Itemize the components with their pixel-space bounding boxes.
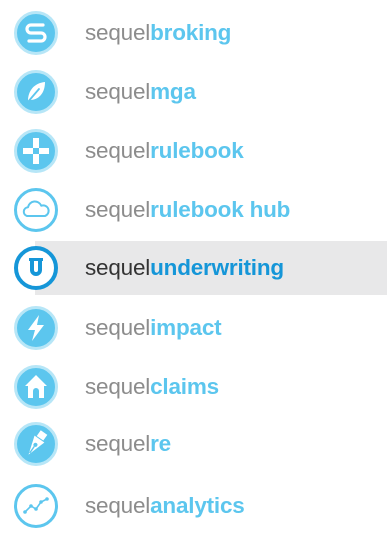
menu-item-label: sequelmga xyxy=(85,79,196,104)
line-chart-icon xyxy=(14,484,58,528)
cloud-icon xyxy=(14,188,58,232)
menu-item-analytics[interactable]: sequelanalytics xyxy=(0,477,387,535)
menu-item-label: sequelunderwriting xyxy=(85,255,284,280)
house-icon xyxy=(14,365,58,409)
product-menu: sequelbroking sequelmga sequelrulebook s… xyxy=(0,0,387,544)
menu-item-claims[interactable]: sequelclaims xyxy=(0,358,387,416)
menu-item-rulebook-hub[interactable]: sequelrulebook hub xyxy=(0,181,387,239)
menu-item-label: sequelre xyxy=(85,431,171,456)
menu-item-re[interactable]: sequelre xyxy=(0,415,387,473)
menu-item-rulebook[interactable]: sequelrulebook xyxy=(0,122,387,180)
menu-item-mga[interactable]: sequelmga xyxy=(0,63,387,121)
menu-item-underwriting[interactable]: sequelunderwriting xyxy=(0,239,387,297)
pen-nib-icon xyxy=(14,422,58,466)
menu-item-label: sequelrulebook xyxy=(85,138,244,163)
menu-item-label: sequelimpact xyxy=(85,315,222,340)
menu-item-impact[interactable]: sequelimpact xyxy=(0,299,387,357)
menu-item-label: sequelanalytics xyxy=(85,493,245,518)
puzzle-cross-icon xyxy=(14,129,58,173)
menu-item-label: sequelclaims xyxy=(85,374,219,399)
underwriting-u-icon xyxy=(14,246,58,290)
broking-s-icon xyxy=(14,11,58,55)
leaf-icon xyxy=(14,70,58,114)
menu-item-label: sequelrulebook hub xyxy=(85,197,291,222)
menu-item-broking[interactable]: sequelbroking xyxy=(0,4,387,62)
menu-item-label: sequelbroking xyxy=(85,20,232,45)
lightning-icon xyxy=(14,306,58,350)
